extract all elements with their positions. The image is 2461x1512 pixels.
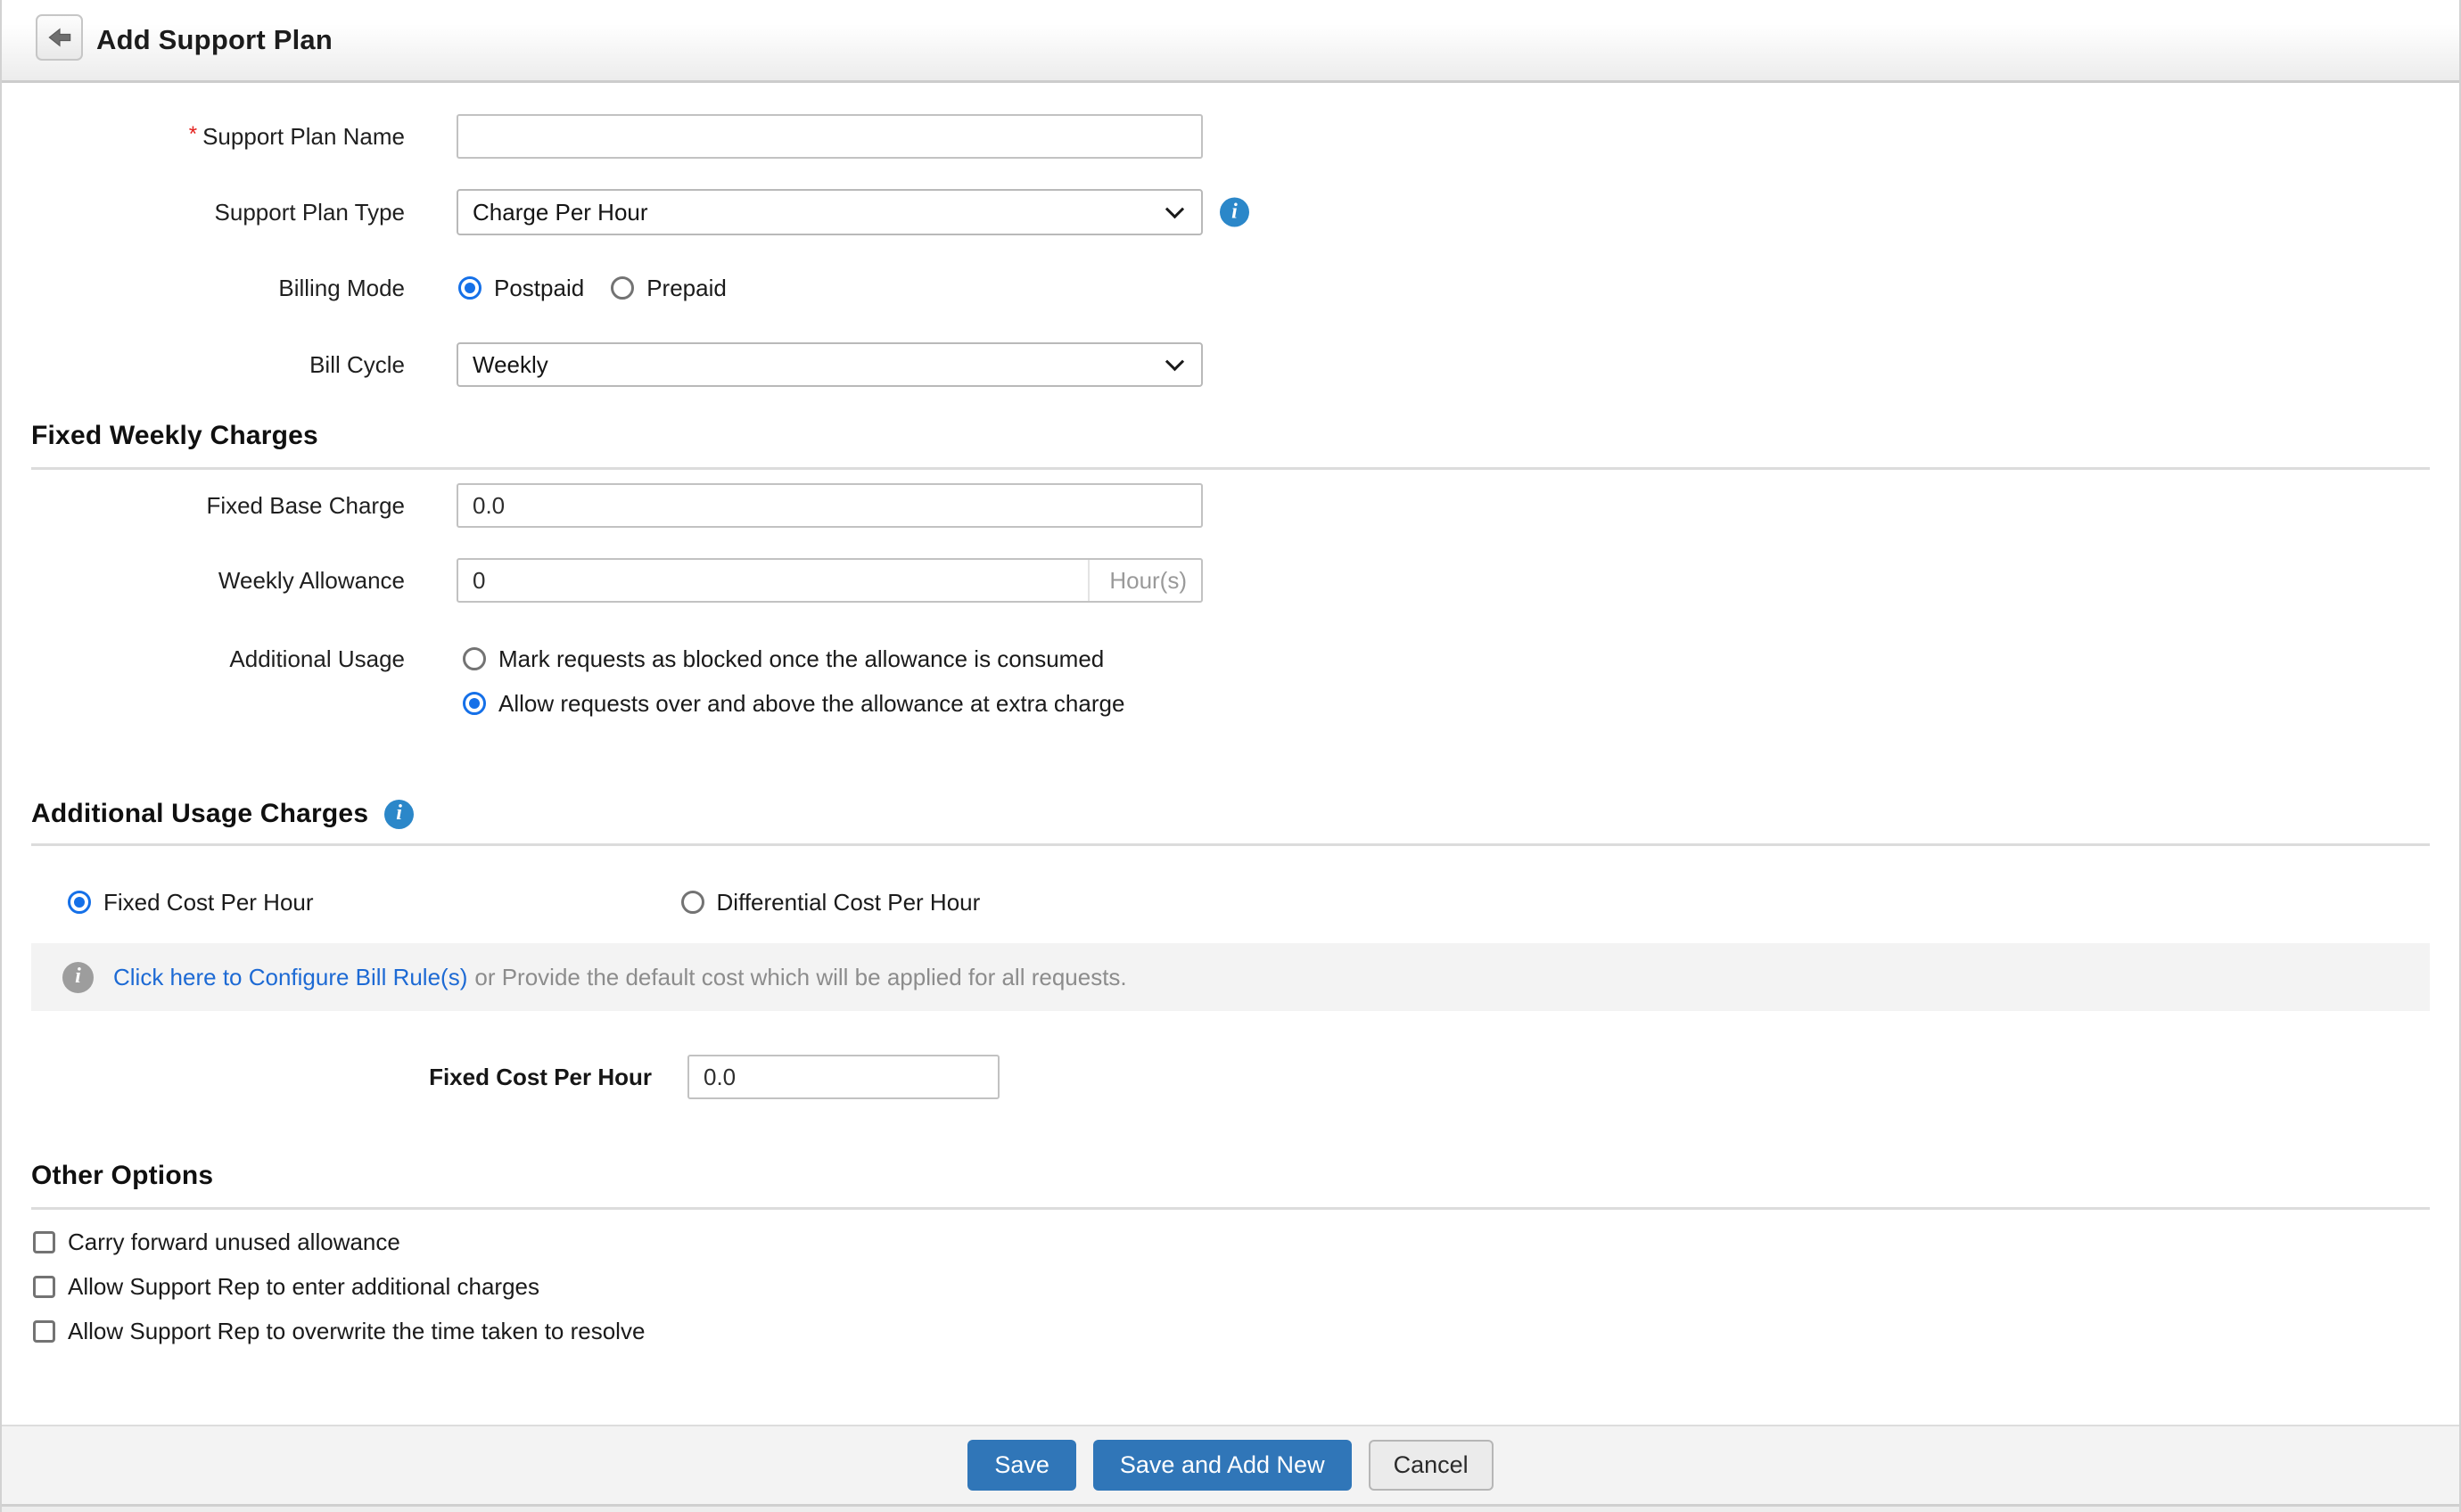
support-plan-name-input[interactable] (457, 114, 1203, 159)
bill-rules-banner: i Click here to Configure Bill Rule(s) o… (31, 943, 2430, 1011)
support-plan-name-label: * Support Plan Name (2, 114, 405, 159)
add-support-plan-page: Add Support Plan * Support Plan Name Sup… (0, 0, 2461, 1512)
weekly-allowance-row: Weekly Allowance Hour(s) (2, 558, 2459, 603)
info-icon-gray: i (62, 962, 94, 993)
support-plan-name-row: * Support Plan Name (2, 114, 2459, 159)
fixed-base-charge-row: Fixed Base Charge (2, 483, 2459, 528)
differential-cost-per-hour-option-label[interactable]: Differential Cost Per Hour (717, 889, 981, 916)
chevron-down-icon (1165, 352, 1184, 371)
billing-mode-prepaid-radio[interactable] (611, 276, 634, 300)
additional-usage-row-2: Allow requests over and above the allowa… (2, 692, 2459, 715)
billing-mode-postpaid-label[interactable]: Postpaid (494, 275, 584, 302)
section-divider (31, 467, 2430, 470)
additional-usage-label: Additional Usage (2, 647, 405, 670)
support-plan-type-select[interactable]: Charge Per Hour (457, 189, 1203, 235)
fixed-weekly-charges-heading: Fixed Weekly Charges (31, 421, 318, 451)
page-title: Add Support Plan (96, 0, 333, 80)
footer-bar: Save Save and Add New Cancel (2, 1425, 2459, 1507)
fixed-cost-per-hour-label: Fixed Cost Per Hour (2, 1055, 652, 1099)
bill-cycle-row: Bill Cycle Weekly (2, 342, 2459, 387)
configure-bill-rules-link[interactable]: Click here to Configure Bill Rule(s) (113, 964, 467, 991)
chevron-down-icon (1165, 200, 1184, 218)
weekly-allowance-label: Weekly Allowance (2, 558, 405, 603)
fixed-base-charge-label: Fixed Base Charge (2, 483, 405, 528)
bill-cycle-value: Weekly (473, 351, 548, 379)
arrow-left-icon (47, 26, 72, 49)
back-button[interactable] (36, 14, 83, 61)
additional-usage-blocked-label[interactable]: Mark requests as blocked once the allowa… (498, 645, 1104, 673)
weekly-allowance-input[interactable] (457, 558, 1203, 603)
billing-mode-prepaid-label[interactable]: Prepaid (646, 275, 727, 302)
usage-charge-type-row: Fixed Cost Per Hour Differential Cost Pe… (2, 891, 2459, 914)
additional-usage-extra-charge-label[interactable]: Allow requests over and above the allowa… (498, 690, 1124, 718)
additional-usage-blocked-radio[interactable] (463, 647, 486, 670)
other-options-heading: Other Options (31, 1161, 213, 1191)
checkbox-row: Carry forward unused allowance (2, 1230, 2459, 1253)
checkbox-row: Allow Support Rep to enter additional ch… (2, 1275, 2459, 1298)
info-icon[interactable]: i (1220, 198, 1249, 227)
additional-charges-label[interactable]: Allow Support Rep to enter additional ch… (68, 1273, 539, 1301)
overwrite-time-label[interactable]: Allow Support Rep to overwrite the time … (68, 1318, 645, 1345)
fixed-cost-per-hour-radio[interactable] (68, 891, 91, 914)
save-button[interactable]: Save (967, 1440, 1076, 1491)
billing-mode-postpaid-radio[interactable] (458, 276, 482, 300)
page-bottom-strip (2, 1507, 2459, 1512)
checkbox-row: Allow Support Rep to overwrite the time … (2, 1319, 2459, 1343)
carry-forward-checkbox[interactable] (33, 1231, 55, 1253)
support-plan-type-row: Support Plan Type Charge Per Hour i (2, 189, 2459, 235)
bill-cycle-select[interactable]: Weekly (457, 342, 1203, 387)
additional-usage-extra-charge-radio[interactable] (463, 692, 486, 715)
save-and-add-new-button[interactable]: Save and Add New (1093, 1440, 1352, 1491)
page-header: Add Support Plan (2, 0, 2459, 83)
section-divider (31, 1207, 2430, 1210)
overwrite-time-checkbox[interactable] (33, 1320, 55, 1343)
additional-usage-row: Additional Usage Mark requests as blocke… (2, 647, 2459, 670)
unit-divider (1088, 560, 1090, 601)
fixed-cost-per-hour-row: Fixed Cost Per Hour (2, 1055, 2459, 1099)
section-divider (31, 843, 2430, 846)
fixed-base-charge-input[interactable] (457, 483, 1203, 528)
additional-charges-checkbox[interactable] (33, 1276, 55, 1298)
billing-mode-row: Billing Mode Postpaid Prepaid (2, 276, 2459, 300)
weekly-allowance-unit: Hour(s) (1109, 558, 1187, 603)
fixed-cost-per-hour-option-label[interactable]: Fixed Cost Per Hour (103, 889, 314, 916)
banner-text: or Provide the default cost which will b… (474, 964, 1126, 991)
carry-forward-label[interactable]: Carry forward unused allowance (68, 1228, 400, 1256)
cancel-button[interactable]: Cancel (1369, 1440, 1494, 1491)
support-plan-type-label: Support Plan Type (2, 189, 405, 235)
additional-usage-charges-heading: Additional Usage Charges i (31, 799, 414, 829)
info-icon[interactable]: i (384, 800, 414, 829)
bill-cycle-label: Bill Cycle (2, 342, 405, 387)
fixed-cost-per-hour-input[interactable] (687, 1055, 1000, 1099)
required-marker: * (189, 122, 197, 147)
billing-mode-label: Billing Mode (2, 276, 405, 300)
differential-cost-per-hour-radio[interactable] (681, 891, 704, 914)
support-plan-type-value: Charge Per Hour (473, 199, 648, 226)
